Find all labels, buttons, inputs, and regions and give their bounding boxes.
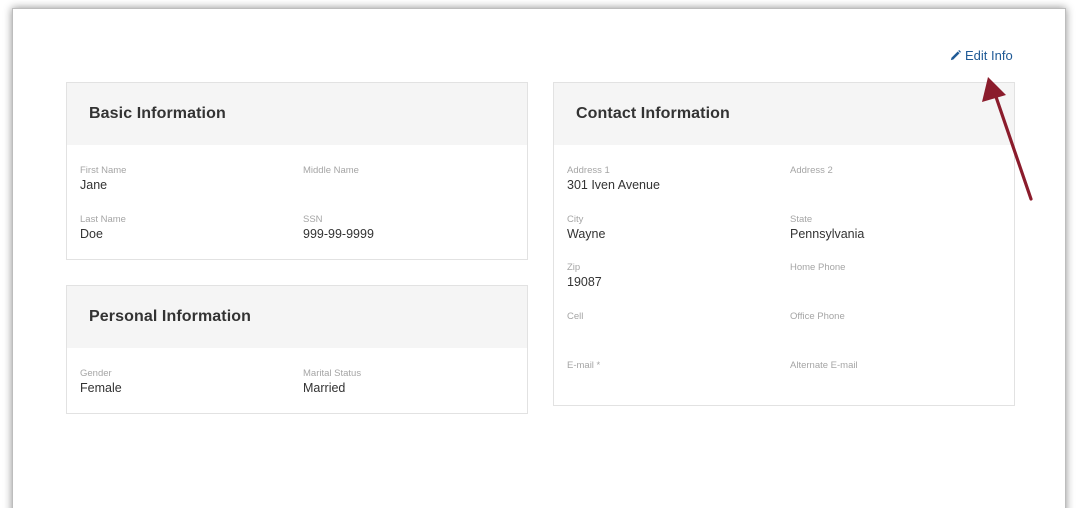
page: Edit Info Basic Information First Name J… xyxy=(0,0,1078,508)
first-name-field: First Name Jane xyxy=(80,165,126,193)
last-name-field: Last Name Doe xyxy=(80,214,126,242)
state-label: State xyxy=(790,214,813,225)
basic-information-card: Basic Information First Name Jane Middle… xyxy=(66,82,528,260)
basic-information-title: Basic Information xyxy=(89,105,226,122)
address2-label: Address 2 xyxy=(790,165,833,176)
ssn-field: SSN 999-99-9999 xyxy=(303,214,374,242)
edit-info-label: Edit Info xyxy=(965,48,1013,63)
last-name-value: Doe xyxy=(80,227,103,241)
home-phone-label: Home Phone xyxy=(790,262,846,273)
office-phone-label: Office Phone xyxy=(790,311,845,322)
cell-label: Cell xyxy=(567,311,584,322)
marital-status-value: Married xyxy=(303,381,346,395)
personal-information-card: Personal Information Gender Female Marit… xyxy=(66,285,528,414)
office-phone-field: Office Phone xyxy=(790,311,845,323)
state-value: Pennsylvania xyxy=(790,227,865,241)
marital-status-field: Marital Status Married xyxy=(303,368,361,396)
city-field: City Wayne xyxy=(567,214,605,242)
email-label: E-mail * xyxy=(567,360,601,371)
contact-information-header: Contact Information xyxy=(554,83,1014,145)
gender-field: Gender Female xyxy=(80,368,122,396)
zip-field: Zip 19087 xyxy=(567,262,602,290)
marital-status-label: Marital Status xyxy=(303,368,362,379)
personal-information-title: Personal Information xyxy=(89,308,252,325)
city-value: Wayne xyxy=(567,227,606,241)
contact-information-title: Contact Information xyxy=(576,105,730,122)
zip-value: 19087 xyxy=(567,275,602,289)
ssn-value: 999-99-9999 xyxy=(303,227,374,241)
contact-information-card: Contact Information Address 1 301 Iven A… xyxy=(553,82,1015,406)
pencil-icon xyxy=(950,50,961,61)
state-field: State Pennsylvania xyxy=(790,214,864,242)
first-name-value: Jane xyxy=(80,178,108,192)
cell-field: Cell xyxy=(567,311,583,323)
middle-name-field: Middle Name xyxy=(303,165,359,177)
email-field: E-mail * xyxy=(567,360,600,372)
zip-label: Zip xyxy=(567,262,581,273)
first-name-label: First Name xyxy=(80,165,127,176)
annotation-arrow-icon xyxy=(982,77,1033,201)
basic-information-header: Basic Information xyxy=(67,83,527,145)
ssn-label: SSN xyxy=(303,214,323,225)
address1-value: 301 Iven Avenue xyxy=(567,178,660,192)
edit-info-link[interactable]: Edit Info xyxy=(950,48,1013,63)
address1-label: Address 1 xyxy=(567,165,610,176)
gender-value: Female xyxy=(80,381,122,395)
gender-label: Gender xyxy=(80,368,112,379)
address1-field: Address 1 301 Iven Avenue xyxy=(567,165,660,193)
last-name-label: Last Name xyxy=(80,214,126,225)
city-label: City xyxy=(567,214,584,225)
middle-name-label: Middle Name xyxy=(303,165,359,176)
address2-field: Address 2 xyxy=(790,165,833,177)
home-phone-field: Home Phone xyxy=(790,262,845,274)
personal-information-header: Personal Information xyxy=(67,286,527,348)
alternate-email-field: Alternate E-mail xyxy=(790,360,858,372)
alternate-email-label: Alternate E-mail xyxy=(790,360,858,371)
